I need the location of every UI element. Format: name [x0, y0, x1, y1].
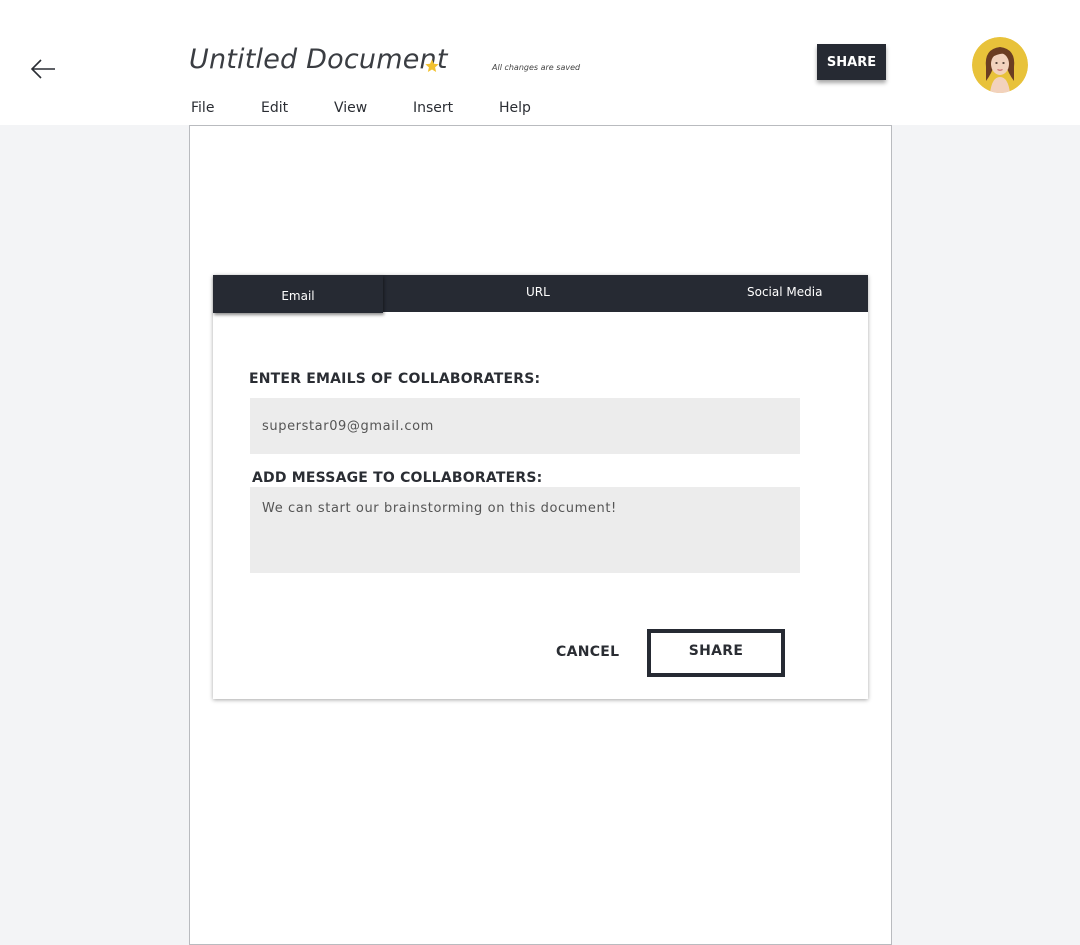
share-tabs: URL Social Media Email — [213, 275, 868, 313]
back-arrow-icon[interactable] — [28, 56, 58, 82]
top-bar: Untitled Document All changes are saved … — [0, 0, 1080, 125]
email-field[interactable] — [250, 398, 800, 454]
document-title[interactable]: Untitled Document — [189, 44, 448, 75]
share-dialog: URL Social Media Email ENTER EMAILS OF C… — [213, 275, 868, 699]
user-avatar[interactable] — [972, 37, 1028, 93]
menu-help[interactable]: Help — [499, 100, 531, 116]
cancel-button[interactable]: CANCEL — [556, 644, 619, 660]
message-label: ADD MESSAGE TO COLLABORATERS: — [252, 470, 543, 486]
message-field[interactable]: We can start our brainstorming on this d… — [250, 487, 800, 573]
tab-email[interactable]: Email — [213, 275, 383, 313]
menu-file[interactable]: File — [191, 100, 214, 116]
menu-edit[interactable]: Edit — [261, 100, 288, 116]
menu-insert[interactable]: Insert — [413, 100, 453, 116]
tab-social-media[interactable]: Social Media — [747, 285, 822, 322]
star-icon[interactable] — [424, 58, 440, 74]
menu-view[interactable]: View — [334, 100, 367, 116]
share-button-header[interactable]: SHARE — [817, 44, 886, 80]
email-label: ENTER EMAILS OF COLLABORATERS: — [249, 371, 541, 387]
share-button[interactable]: SHARE — [647, 629, 785, 677]
tab-url[interactable]: URL — [526, 285, 550, 322]
save-status: All changes are saved — [492, 63, 581, 72]
